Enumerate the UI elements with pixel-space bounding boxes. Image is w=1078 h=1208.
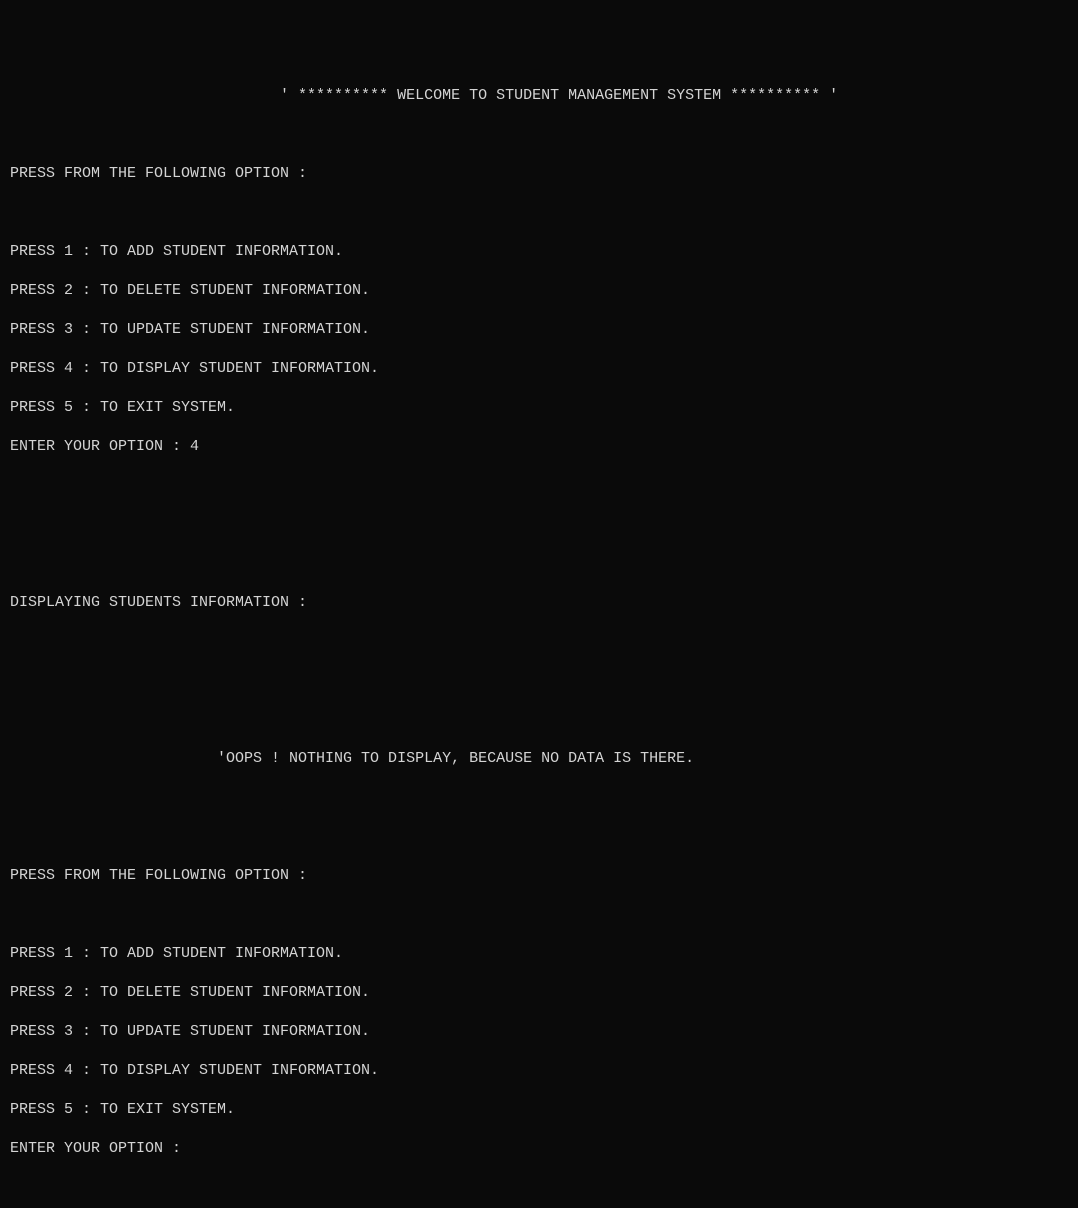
blank-line bbox=[10, 671, 1068, 691]
blank-line bbox=[10, 203, 1068, 223]
menu-option-4: PRESS 4 : TO DISPLAY STUDENT INFORMATION… bbox=[10, 1061, 1068, 1081]
blank-line bbox=[10, 905, 1068, 925]
menu-option-2: PRESS 2 : TO DELETE STUDENT INFORMATION. bbox=[10, 281, 1068, 301]
menu-option-3: PRESS 3 : TO UPDATE STUDENT INFORMATION. bbox=[10, 320, 1068, 340]
blank-line bbox=[10, 632, 1068, 652]
menu-option-1: PRESS 1 : TO ADD STUDENT INFORMATION. bbox=[10, 242, 1068, 262]
blank-line bbox=[10, 476, 1068, 496]
welcome-banner: ' ********** WELCOME TO STUDENT MANAGEME… bbox=[10, 86, 1068, 106]
menu-option-3: PRESS 3 : TO UPDATE STUDENT INFORMATION. bbox=[10, 1022, 1068, 1042]
menu-option-5: PRESS 5 : TO EXIT SYSTEM. bbox=[10, 1100, 1068, 1120]
empty-data-message: 'OOPS ! NOTHING TO DISPLAY, BECAUSE NO D… bbox=[10, 749, 1068, 769]
blank-line bbox=[10, 827, 1068, 847]
menu-option-2: PRESS 2 : TO DELETE STUDENT INFORMATION. bbox=[10, 983, 1068, 1003]
blank-line bbox=[10, 554, 1068, 574]
menu-option-4: PRESS 4 : TO DISPLAY STUDENT INFORMATION… bbox=[10, 359, 1068, 379]
input-prompt-answered: ENTER YOUR OPTION : 4 bbox=[10, 437, 1068, 457]
blank-line bbox=[10, 710, 1068, 730]
display-header: DISPLAYING STUDENTS INFORMATION : bbox=[10, 593, 1068, 613]
menu-option-5: PRESS 5 : TO EXIT SYSTEM. bbox=[10, 398, 1068, 418]
input-prompt-active[interactable]: ENTER YOUR OPTION : bbox=[10, 1139, 1068, 1159]
blank-line bbox=[10, 788, 1068, 808]
menu-header: PRESS FROM THE FOLLOWING OPTION : bbox=[10, 164, 1068, 184]
menu-option-1: PRESS 1 : TO ADD STUDENT INFORMATION. bbox=[10, 944, 1068, 964]
blank-line bbox=[10, 515, 1068, 535]
menu-header: PRESS FROM THE FOLLOWING OPTION : bbox=[10, 866, 1068, 886]
blank-line bbox=[10, 125, 1068, 145]
